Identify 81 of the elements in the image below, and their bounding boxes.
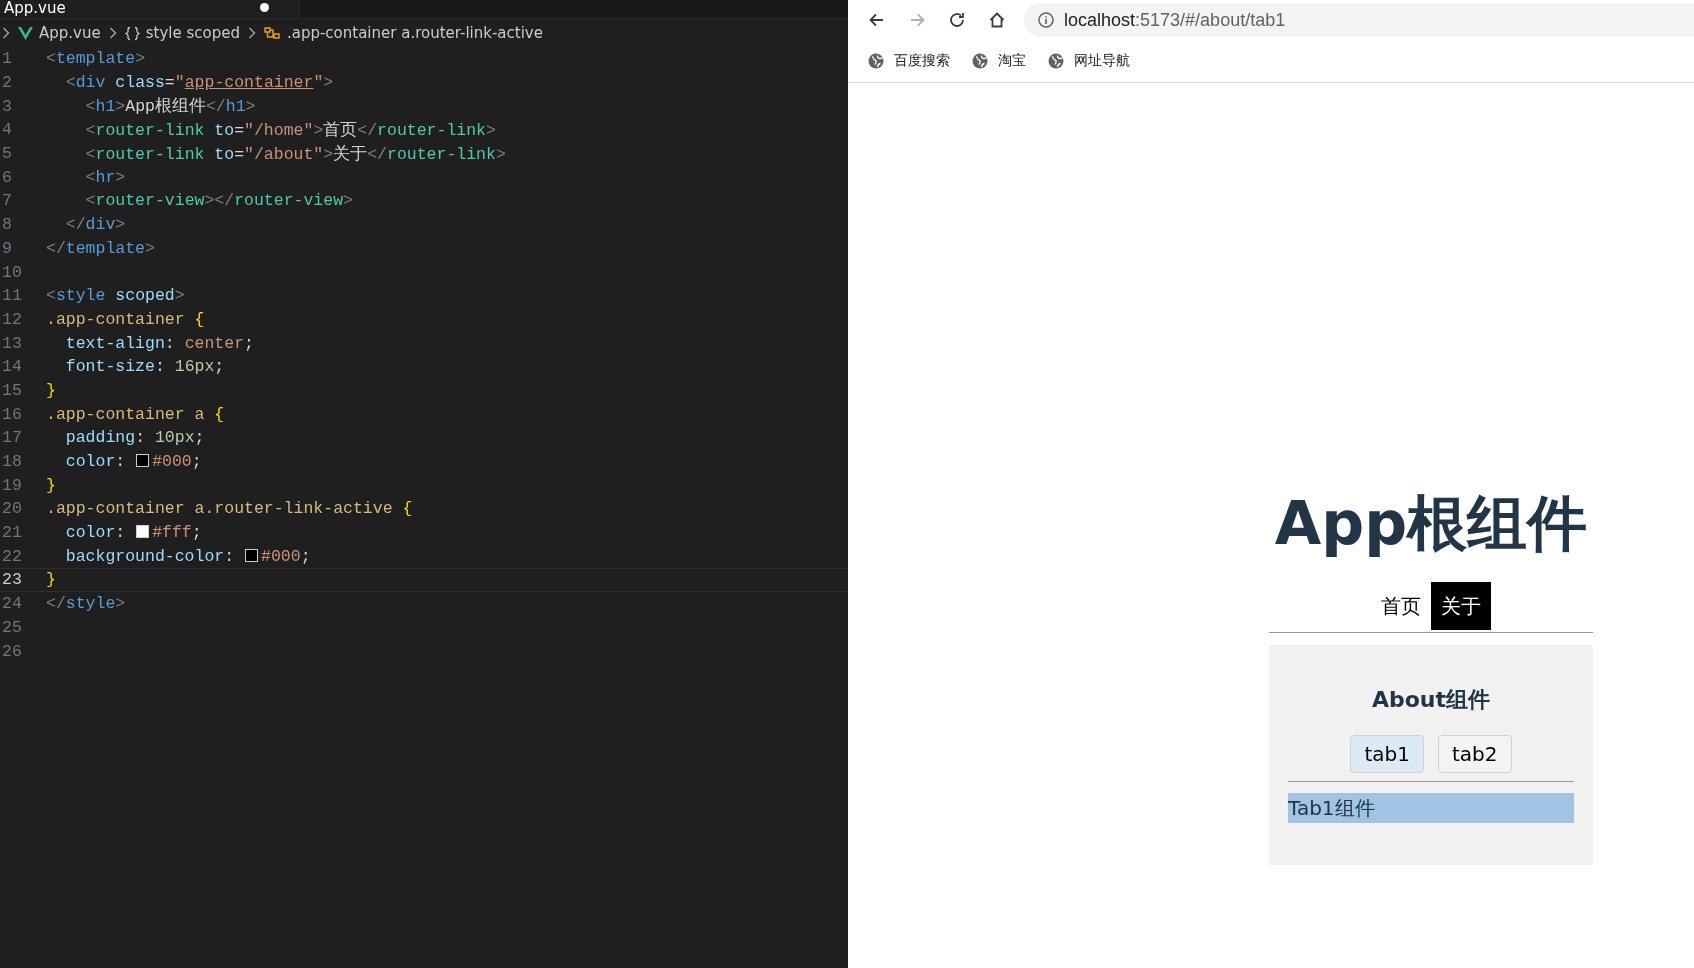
code-line: <h1>App根组件</h1> (84, 96, 256, 118)
reload-icon (947, 10, 967, 30)
line-number: 7 (1, 191, 13, 211)
bookmark-label[interactable]: 网址导航 (1074, 52, 1130, 70)
code-line: } (45, 380, 56, 400)
tab-button[interactable]: tab1 (1350, 735, 1424, 773)
code-line: <style scoped> (45, 286, 185, 306)
address-bar[interactable]: localhost:5173/#/about/tab1 (1024, 3, 1694, 37)
line-number: 8 (1, 215, 13, 235)
code-line: .app-container { (45, 309, 205, 329)
bookmark-label[interactable]: 百度搜索 (894, 52, 950, 70)
line-number: 25 (1, 617, 23, 637)
code-line: .app-container a { (45, 404, 225, 424)
code-line: <div class="app-container"> (64, 73, 334, 93)
code-line: .app-container a.router-link-active { (45, 499, 413, 519)
breadcrumb-item[interactable]: App.vue (18, 24, 101, 42)
line-number: 21 (1, 523, 23, 543)
symbol-class-icon (263, 25, 281, 41)
breadcrumb-item[interactable]: style scoped (124, 24, 240, 42)
nav-link[interactable]: 关于 (1431, 582, 1491, 630)
line-number: 17 (1, 428, 23, 448)
code-line: <router-view></router-view> (84, 191, 353, 211)
line-number: 2 (1, 73, 13, 93)
line-number: 4 (1, 120, 13, 140)
line-number: 9 (1, 238, 13, 258)
line-number: 3 (1, 96, 13, 116)
line-number: 11 (1, 286, 23, 306)
line-number: 26 (1, 641, 23, 661)
code-line: font-size: 16px; (64, 357, 225, 377)
code-line: <hr> (84, 167, 126, 187)
code-line: } (45, 475, 56, 495)
breadcrumb-label[interactable]: style scoped (145, 24, 240, 42)
code-line: </style> (45, 594, 126, 614)
line-number: 16 (1, 404, 23, 424)
code-line: <router-link to="/home">首页</router-link> (84, 119, 496, 141)
code-line: color: #fff; (64, 523, 202, 543)
editor-tab[interactable]: App.vue (0, 0, 300, 18)
code-line: <template> (45, 49, 146, 69)
bookmark[interactable]: 网址导航 (1048, 52, 1130, 70)
line-number: 1 (1, 49, 13, 69)
tab-button[interactable]: tab2 (1438, 735, 1512, 773)
code-line: </div> (64, 215, 126, 235)
vue-logo-icon (18, 26, 33, 40)
line-number: 14 (1, 357, 23, 377)
line-number: 20 (1, 499, 23, 519)
line-number: 18 (1, 452, 23, 472)
globe-icon (868, 53, 884, 69)
code-line: background-color: #000; (64, 546, 311, 566)
code-line: text-align: center; (64, 333, 254, 353)
url-text: localhost:5173/#/about/tab1 (1064, 9, 1286, 31)
code-line: padding: 10px; (64, 428, 205, 448)
chevron-right-icon (2, 27, 10, 39)
tab-content-text: Tab1组件 (1288, 793, 1574, 823)
code-line: color: #000; (64, 452, 202, 472)
line-number: 13 (1, 333, 23, 353)
info-icon (1038, 12, 1054, 28)
line-number: 22 (1, 546, 23, 566)
about-heading: About组件 (1370, 686, 1492, 714)
chevron-right-icon (108, 27, 117, 39)
bookmark-label[interactable]: 淘宝 (998, 52, 1026, 70)
braces-icon (124, 25, 140, 41)
code-line: } (45, 570, 56, 590)
line-number: 24 (1, 594, 23, 614)
line-number: 19 (1, 475, 23, 495)
code-line: <router-link to="/about">关于</router-link> (84, 143, 506, 165)
code-line: </template> (45, 238, 155, 258)
bookmark[interactable]: 百度搜索 (868, 52, 950, 70)
line-number: 10 (1, 262, 23, 282)
bookmark[interactable]: 淘宝 (972, 52, 1026, 70)
line-number: 15 (1, 380, 23, 400)
chevron-right-icon (247, 27, 256, 39)
line-number: 5 (1, 144, 13, 164)
globe-icon (1048, 53, 1064, 69)
nav-link[interactable]: 首页 (1371, 582, 1431, 630)
line-number: 12 (1, 309, 23, 329)
line-number: 6 (1, 167, 13, 187)
page-heading: App根组件 (1273, 487, 1589, 560)
globe-icon (972, 53, 988, 69)
home-icon (987, 10, 1007, 30)
line-number: 23 (1, 570, 23, 590)
breadcrumb-label[interactable]: App.vue (39, 24, 101, 42)
